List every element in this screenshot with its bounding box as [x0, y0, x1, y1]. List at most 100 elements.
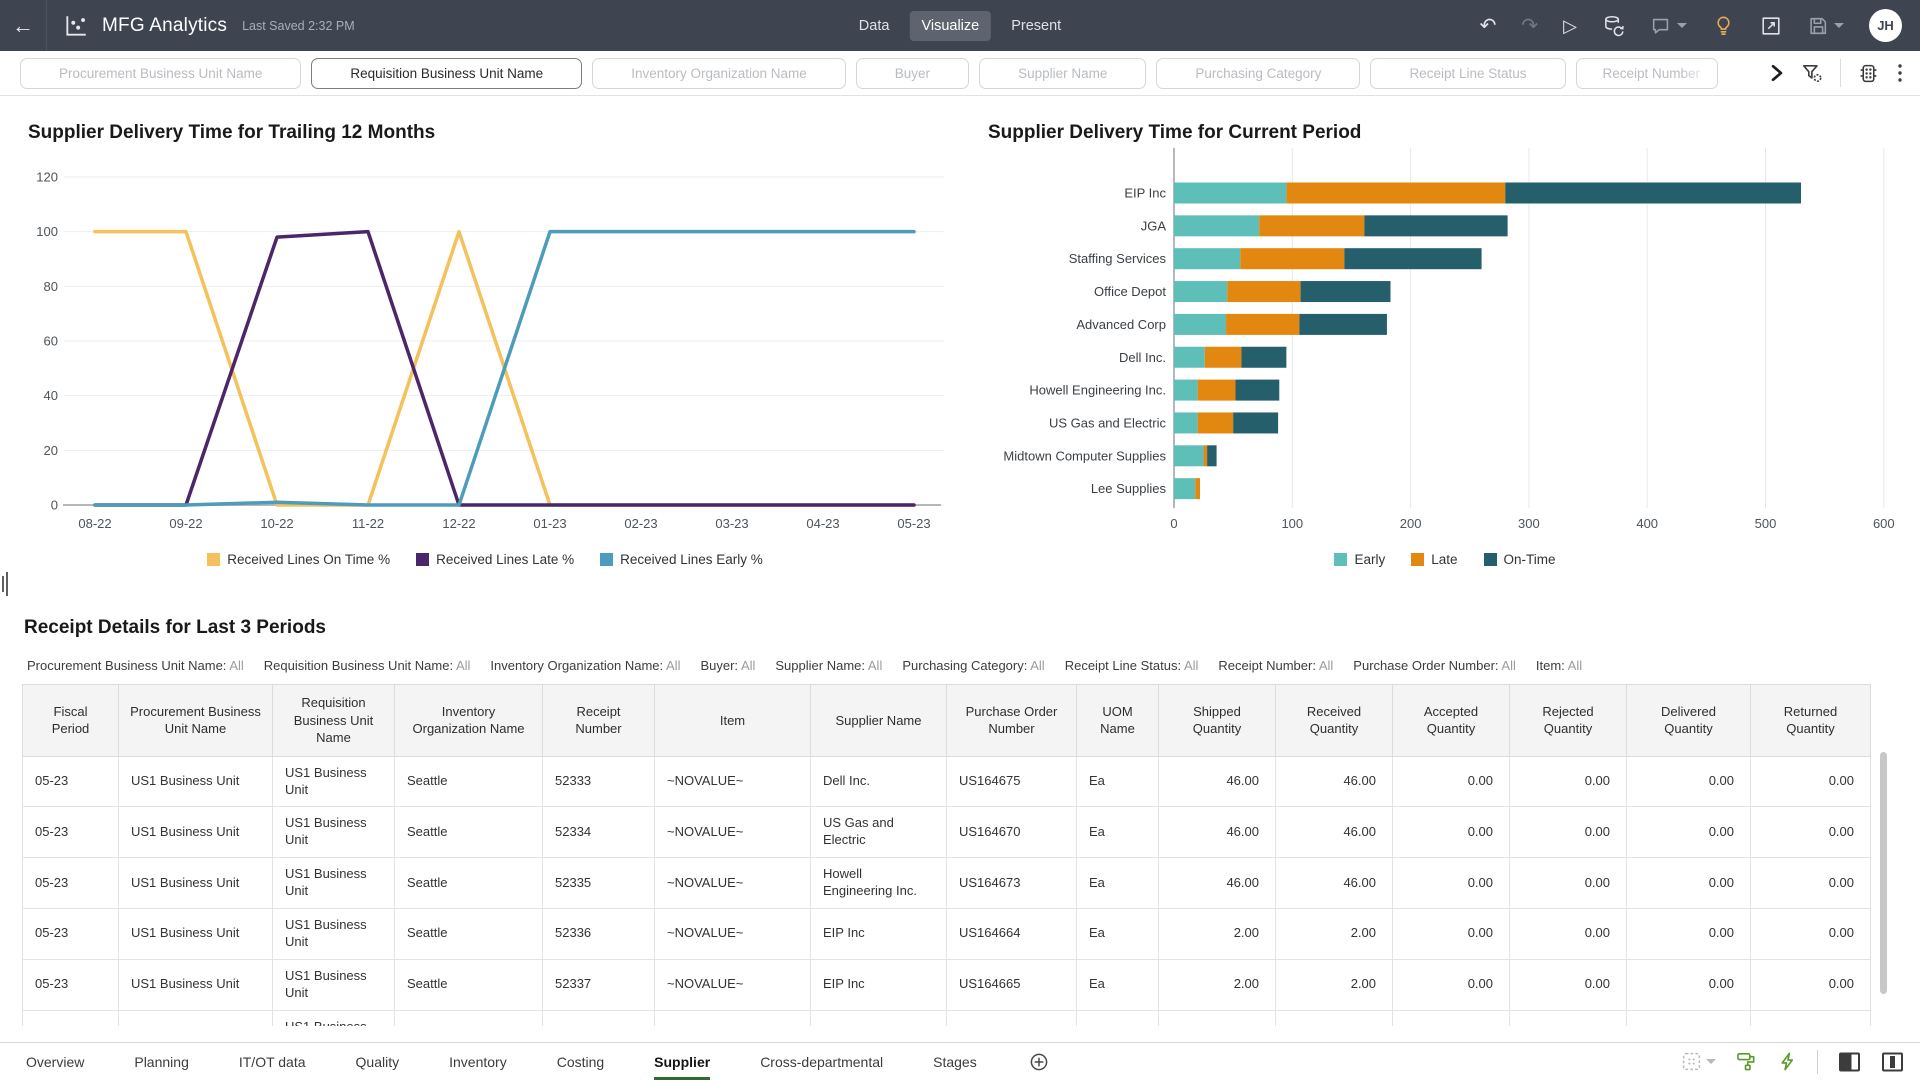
filter-chip-purchasing-category[interactable]: Purchasing Category — [1156, 58, 1360, 89]
table-cell: 0.00 — [1627, 807, 1751, 858]
table-cell: US1 Business Unit — [119, 807, 273, 858]
table-cell: US1 Business Unit — [119, 908, 273, 959]
table-row[interactable]: 05-23US1 Business UnitUS1 Business UnitS… — [23, 908, 1871, 959]
col-header-fiscal-period[interactable]: Fiscal Period — [23, 685, 119, 757]
col-header-rejected-quantity[interactable]: Rejected Quantity — [1510, 685, 1627, 757]
canvas-tab-it-ot-data[interactable]: IT/OT data — [239, 1043, 306, 1080]
canvas-tab-inventory[interactable]: Inventory — [449, 1043, 507, 1080]
table-cell: 52338 — [543, 1010, 655, 1026]
table-row[interactable]: 05-23US1 Business UnitUS1 Business UnitS… — [23, 858, 1871, 909]
col-header-returned-quantity[interactable]: Returned Quantity — [1751, 685, 1871, 757]
table-cell: ~NOVALUE~ — [655, 807, 811, 858]
save-icon[interactable] — [1807, 15, 1844, 37]
table-vertical-scrollbar[interactable] — [1880, 752, 1887, 994]
legend-item-early[interactable]: Early — [1334, 552, 1385, 567]
col-header-received-quantity[interactable]: Received Quantity — [1276, 685, 1393, 757]
filter-chip-inventory-organization-name[interactable]: Inventory Organization Name — [592, 58, 846, 89]
bar-chart-plot[interactable]: 0100200300400500600EIP IncJGAStaffing Se… — [980, 140, 1910, 540]
canvas-tab-costing[interactable]: Costing — [557, 1043, 604, 1080]
table-cell: 0.00 — [1510, 959, 1627, 1010]
table-cell: 0.00 — [1627, 959, 1751, 1010]
legend-item-received-lines-on-time[interactable]: Received Lines On Time % — [207, 552, 390, 567]
more-options-kebab-icon[interactable] — [1896, 62, 1904, 84]
table-cell: Seattle — [395, 959, 543, 1010]
table-cell: 0.00 — [1393, 807, 1510, 858]
table-row[interactable]: 05-23US1 Business UnitUS1 Business UnitS… — [23, 1010, 1871, 1026]
table-cell: ~NOVALUE~ — [655, 908, 811, 959]
line-chart-plot[interactable]: 02040608010012008-2209-2210-2211-2212-22… — [20, 140, 950, 540]
svg-text:JGA: JGA — [1141, 218, 1167, 233]
table-row[interactable]: 05-23US1 Business UnitUS1 Business UnitS… — [23, 756, 1871, 807]
format-painter-icon[interactable] — [1736, 1051, 1757, 1072]
canvas-tab-supplier[interactable]: Supplier — [654, 1043, 710, 1080]
canvas-tab-quality[interactable]: Quality — [356, 1043, 400, 1080]
col-header-receipt-number[interactable]: Receipt Number — [543, 685, 655, 757]
col-header-inventory-organization-name[interactable]: Inventory Organization Name — [395, 685, 543, 757]
top-bar-left: ← MFG Analytics Last Saved 2:32 PM — [0, 0, 355, 51]
filter-chip-requisition-business-unit-name[interactable]: Requisition Business Unit Name — [311, 58, 582, 89]
col-header-delivered-quantity[interactable]: Delivered Quantity — [1627, 685, 1751, 757]
table-cell: Ea — [1077, 908, 1159, 959]
canvas-tab-overview[interactable]: Overview — [26, 1043, 84, 1080]
panel-resize-handle[interactable] — [2, 572, 12, 598]
legend-label: On-Time — [1504, 552, 1556, 567]
auto-insights-bolt-icon[interactable] — [1777, 1051, 1797, 1072]
col-header-shipped-quantity[interactable]: Shipped Quantity — [1159, 685, 1276, 757]
filter-chip-procurement-business-unit-name[interactable]: Procurement Business Unit Name — [20, 58, 301, 89]
table-cell: US1 Business Unit — [273, 908, 395, 959]
legend-item-late[interactable]: Late — [1411, 552, 1457, 567]
table-cell: EIP Inc — [811, 959, 947, 1010]
filter-summary-buyer: Buyer: All — [700, 658, 755, 673]
preview-play-icon[interactable]: ▷ — [1563, 17, 1577, 35]
filter-settings-icon[interactable] — [1801, 63, 1823, 83]
canvas-tab-stages[interactable]: Stages — [933, 1043, 977, 1080]
col-header-procurement-business-unit-name[interactable]: Procurement Business Unit Name — [119, 685, 273, 757]
filter-bar: Procurement Business Unit Name Requisitio… — [0, 51, 1920, 96]
canvas-properties-icon[interactable] — [1858, 63, 1879, 84]
filter-summary-purchase-order-number: Purchase Order Number: All — [1353, 658, 1516, 673]
col-header-supplier-name[interactable]: Supplier Name — [811, 685, 947, 757]
mode-tab-present[interactable]: Present — [999, 11, 1073, 41]
col-header-accepted-quantity[interactable]: Accepted Quantity — [1393, 685, 1510, 757]
grammar-panel-toggle-icon[interactable] — [1838, 1052, 1861, 1072]
data-panel-toggle-icon[interactable] — [1881, 1052, 1904, 1072]
legend-swatch — [1334, 553, 1347, 566]
undo-icon[interactable]: ↶ — [1480, 16, 1497, 36]
table-row[interactable]: 05-23US1 Business UnitUS1 Business UnitS… — [23, 959, 1871, 1010]
legend-item-received-lines-early[interactable]: Received Lines Early % — [600, 552, 763, 567]
filter-chip-receipt-number[interactable]: Receipt Number — [1576, 58, 1718, 89]
filter-chip-receipt-line-status[interactable]: Receipt Line Status — [1370, 58, 1565, 89]
col-header-purchase-order-number[interactable]: Purchase Order Number — [947, 685, 1077, 757]
add-canvas-button[interactable] — [1029, 1043, 1049, 1080]
table-cell: 0.00 — [1627, 756, 1751, 807]
col-header-item[interactable]: Item — [655, 685, 811, 757]
filter-chip-supplier-name[interactable]: Supplier Name — [979, 58, 1146, 89]
legend-item-received-lines-late[interactable]: Received Lines Late % — [416, 552, 574, 567]
filter-chip-buyer[interactable]: Buyer — [856, 58, 969, 89]
canvas-tab-cross-departmental[interactable]: Cross-departmental — [760, 1043, 883, 1080]
mode-tab-data[interactable]: Data — [847, 11, 902, 41]
table-cell: US1 Business Unit — [273, 756, 395, 807]
present-window-icon[interactable] — [1760, 15, 1782, 37]
line-chart-legend: Received Lines On Time % Received Lines L… — [20, 552, 950, 567]
table-cell: Seattle — [395, 807, 543, 858]
table-row[interactable]: 05-23US1 Business UnitUS1 Business UnitS… — [23, 807, 1871, 858]
table-cell: 0.00 — [1510, 1010, 1627, 1026]
col-header-uom-name[interactable]: UOM Name — [1077, 685, 1159, 757]
table-cell: ~NOVALUE~ — [655, 959, 811, 1010]
insights-bulb-icon[interactable] — [1712, 14, 1735, 37]
user-avatar[interactable]: JH — [1869, 9, 1902, 42]
canvas-layout-icon[interactable] — [1681, 1051, 1716, 1072]
refresh-data-icon[interactable] — [1602, 14, 1625, 37]
redo-icon[interactable]: ↷ — [1521, 16, 1538, 36]
back-button[interactable]: ← — [0, 0, 47, 51]
comments-icon[interactable] — [1650, 15, 1687, 37]
mode-tab-visualize[interactable]: Visualize — [909, 11, 991, 41]
canvas-tab-planning[interactable]: Planning — [134, 1043, 189, 1080]
legend-swatch — [416, 553, 429, 566]
col-header-requisition-business-unit-name[interactable]: Requisition Business Unit Name — [273, 685, 395, 757]
svg-text:10-22: 10-22 — [260, 516, 293, 531]
svg-text:500: 500 — [1755, 516, 1777, 531]
filter-overflow-chevron-icon[interactable] — [1770, 64, 1784, 82]
legend-item-on-time[interactable]: On-Time — [1484, 552, 1556, 567]
